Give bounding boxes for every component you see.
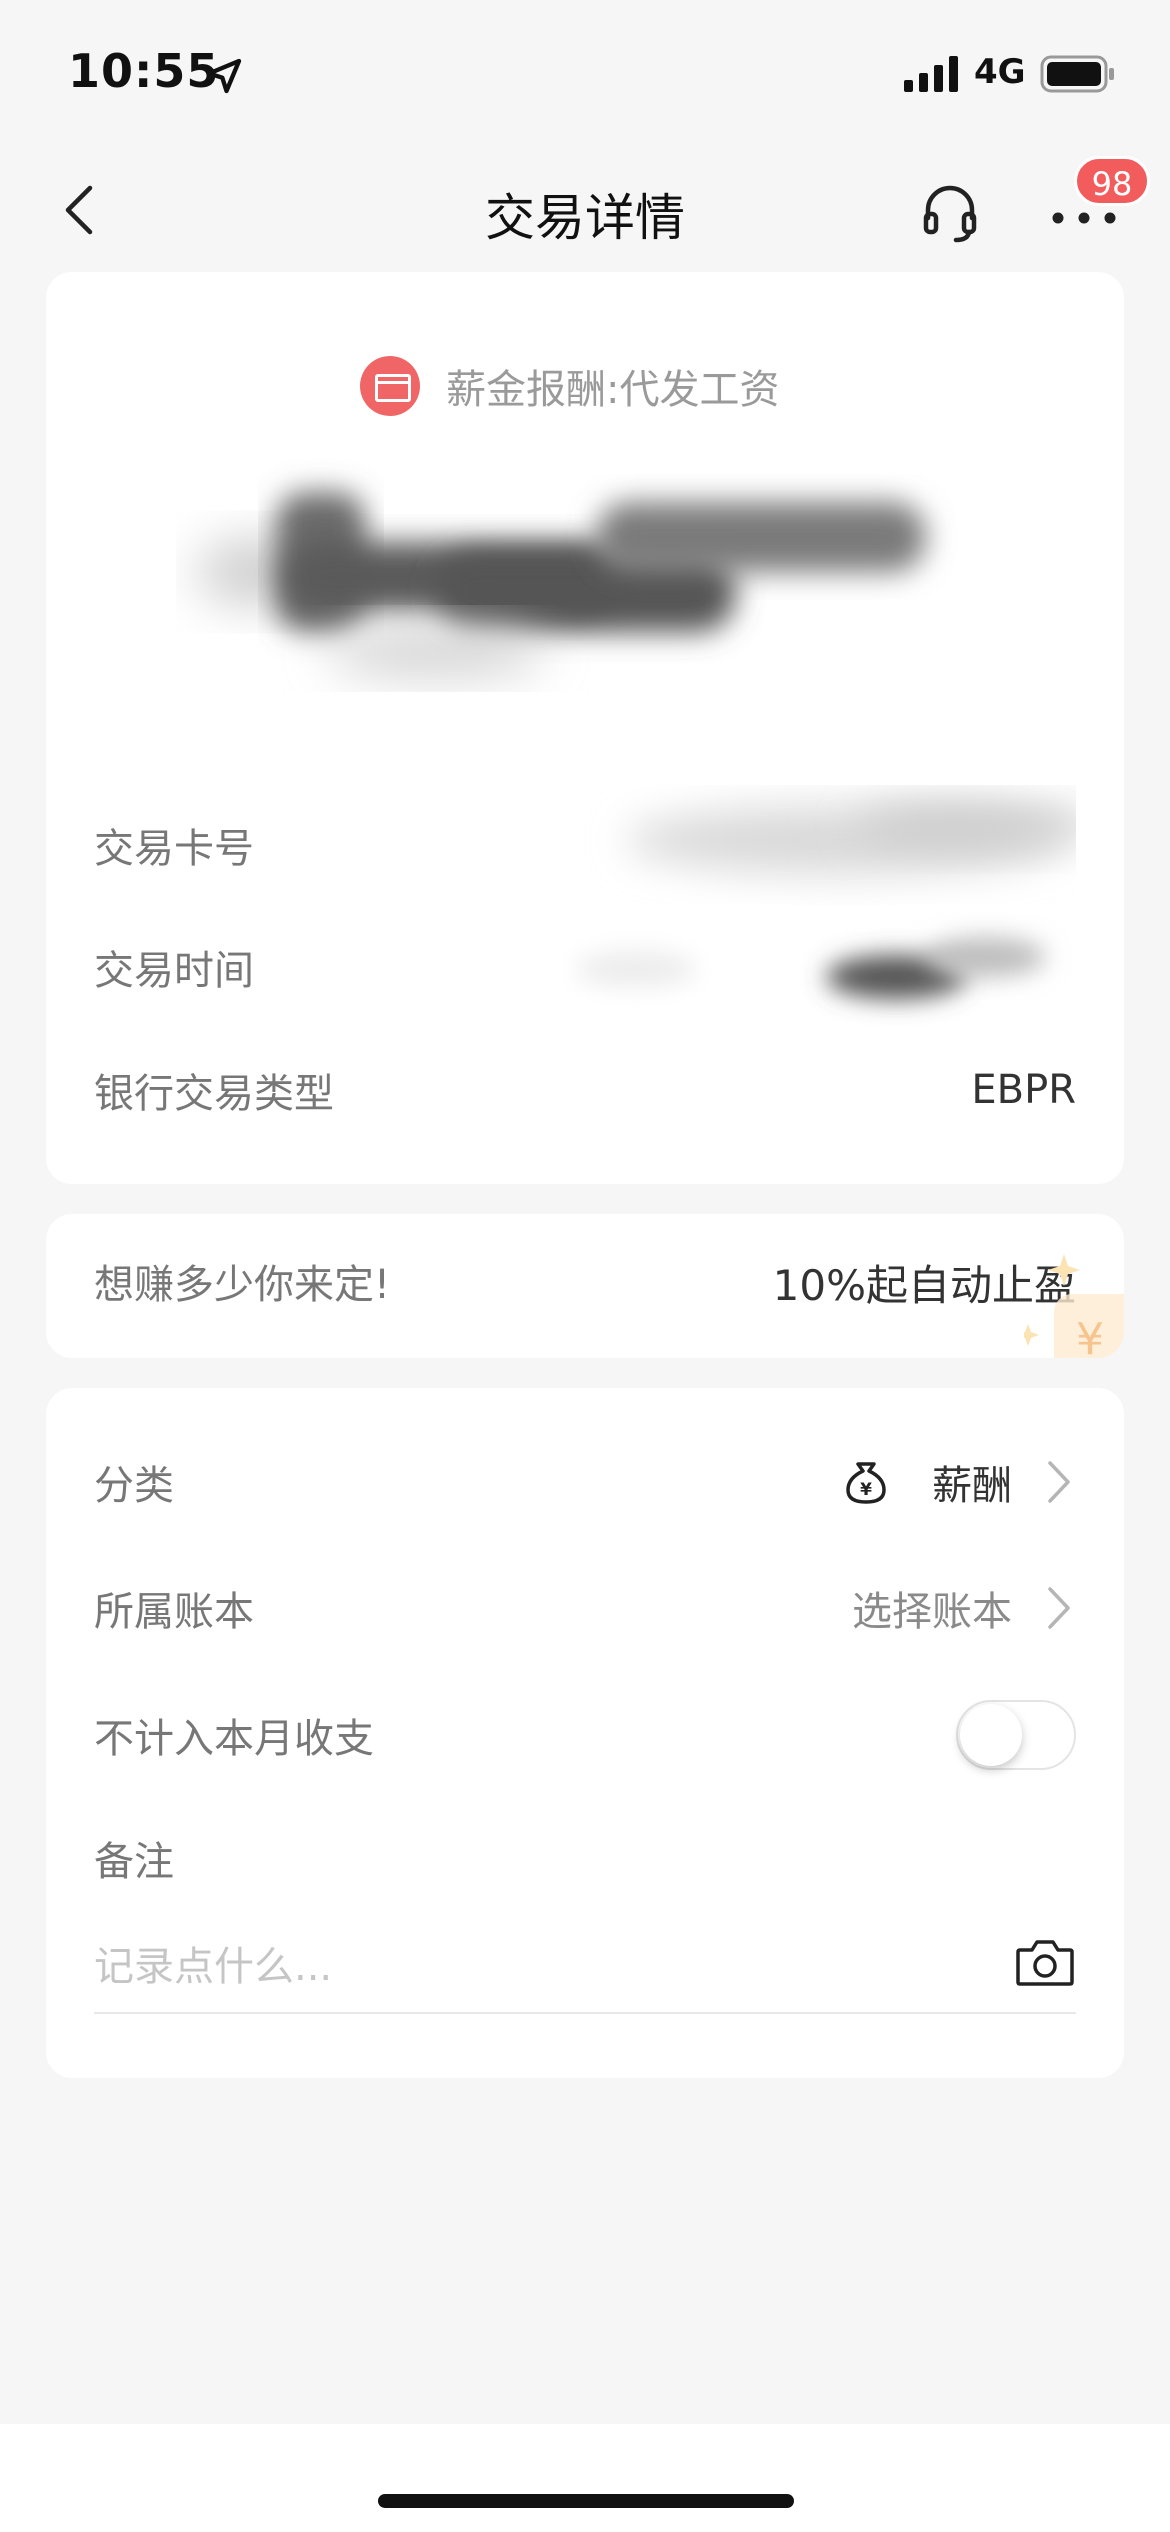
chevron-right-icon [1048, 1587, 1070, 1629]
account-book-value: 选择账本 [852, 1589, 1012, 1635]
camera-icon[interactable] [1014, 1934, 1076, 1990]
nav-bar: 交易详情 98 [0, 150, 1170, 270]
exclude-from-month-label: 不计入本月收支 [94, 1716, 374, 1762]
category-selector[interactable]: ¥ 薪酬 [840, 1453, 1076, 1511]
note-input[interactable] [94, 1932, 974, 2002]
page-title: 交易详情 [485, 189, 685, 247]
note-row: 备注 [94, 1818, 1076, 1898]
note-input-row [94, 1924, 1076, 2014]
category-label: 分类 [94, 1463, 174, 1509]
svg-text:¥: ¥ [860, 1480, 872, 1500]
note-label: 备注 [94, 1839, 174, 1885]
home-indicator[interactable] [378, 2494, 794, 2508]
money-bag-icon: ¥ [846, 1462, 886, 1504]
transaction-time-label: 交易时间 [94, 948, 254, 994]
network-type: 4G [974, 52, 1026, 92]
bank-card-icon [360, 356, 420, 416]
bank-transaction-type-value: EBPR [971, 1067, 1076, 1113]
exclude-toggle[interactable] [956, 1700, 1076, 1770]
home-bar [0, 2424, 1170, 2532]
battery-icon [1040, 55, 1114, 93]
chevron-right-icon [1048, 1461, 1070, 1503]
bank-transaction-type-row: 银行交易类型 EBPR [94, 1055, 1076, 1125]
signal-icon [904, 56, 958, 92]
promo-banner[interactable]: 想赚多少你来定! 10%起自动止盈 ¥ [46, 1214, 1124, 1358]
location-arrow-icon [206, 58, 242, 94]
exclude-from-month-row: 不计入本月收支 [94, 1695, 1076, 1775]
promo-headline: 想赚多少你来定! [94, 1262, 391, 1308]
bank-transaction-type-label: 银行交易类型 [94, 1071, 334, 1117]
category-row[interactable]: 分类 ¥ 薪酬 [94, 1442, 1076, 1522]
svg-text:¥: ¥ [1076, 1314, 1104, 1358]
transaction-time-row: 交易时间 [94, 932, 1076, 1002]
card-number-redacted [626, 803, 1076, 874]
toggle-knob [960, 1704, 1022, 1766]
status-bar: 10:55 4G [0, 0, 1170, 150]
settings-card: 分类 ¥ 薪酬 所属账本 选择账本 不计入本月收支 备注 [46, 1388, 1124, 2078]
transaction-time-redacted [576, 937, 1046, 999]
coin-sparkle-icon: ¥ [1024, 1254, 1124, 1358]
merchant-row: 薪金报酬:代发工资 [360, 354, 779, 418]
status-time: 10:55 [68, 44, 220, 98]
card-number-row: 交易卡号 [94, 803, 1076, 880]
transaction-card: 薪金报酬:代发工资 交易卡号 交易时间 银行交易类型 EBPR [46, 272, 1124, 1184]
notification-badge: 98 [1074, 156, 1150, 206]
account-book-label: 所属账本 [94, 1589, 254, 1635]
merchant-name: 薪金报酬:代发工资 [446, 367, 780, 413]
account-book-row[interactable]: 所属账本 选择账本 [94, 1568, 1076, 1648]
amount-redacted [196, 492, 926, 678]
account-book-selector[interactable]: 选择账本 [852, 1579, 1076, 1637]
category-value: 薪酬 [932, 1463, 1012, 1509]
card-number-label: 交易卡号 [94, 826, 254, 872]
headset-icon[interactable] [918, 180, 982, 244]
